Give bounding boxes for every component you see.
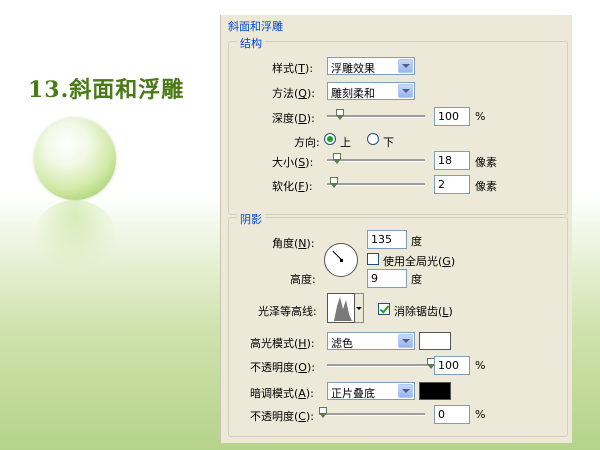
depth-slider[interactable] <box>327 109 425 124</box>
highlight-opacity-label: 不透明度(O): <box>250 361 315 374</box>
soften-unit: 像素 <box>475 180 497 193</box>
altitude-input[interactable]: 9 <box>367 269 407 288</box>
direction-up-radio[interactable] <box>324 133 336 145</box>
angle-unit: 度 <box>411 235 422 248</box>
highlight-mode-select[interactable]: 滤色 <box>327 332 415 350</box>
depth-unit: % <box>475 110 486 123</box>
depth-input[interactable]: 100 <box>434 107 470 126</box>
size-slider[interactable] <box>327 153 425 168</box>
gloss-contour-picker[interactable] <box>327 293 355 323</box>
shadow-opacity-label: 不透明度(C): <box>250 410 314 423</box>
style-label: 样式(T): <box>272 62 314 75</box>
direction-up-label: 上 <box>340 136 351 149</box>
chevron-down-icon[interactable] <box>398 384 413 398</box>
anti-aliased-checkbox[interactable] <box>378 303 390 315</box>
shadow-mode-label: 暗调模式(A): <box>250 387 314 400</box>
depth-slider-thumb[interactable] <box>336 109 344 121</box>
altitude-label: 高度: <box>290 273 316 286</box>
chevron-down-icon[interactable] <box>398 59 413 73</box>
soften-input[interactable]: 2 <box>434 175 470 194</box>
glass-sphere-reflection <box>34 200 116 272</box>
gloss-contour-label: 光泽等高线: <box>258 305 317 318</box>
shadow-opacity-thumb[interactable] <box>319 407 327 419</box>
shadow-mode-select[interactable]: 正片叠底 <box>327 382 415 400</box>
size-label: 大小(S): <box>272 156 314 169</box>
soften-slider[interactable] <box>327 177 425 192</box>
technique-label: 方法(Q): <box>272 87 315 100</box>
soften-slider-thumb[interactable] <box>330 177 338 189</box>
size-slider-thumb[interactable] <box>333 153 341 165</box>
altitude-unit: 度 <box>411 273 422 286</box>
highlight-color-swatch[interactable] <box>419 332 451 350</box>
shading-legend: 阴影 <box>237 211 265 227</box>
highlight-mode-value: 滤色 <box>331 337 353 350</box>
chevron-down-icon[interactable] <box>398 334 413 348</box>
shadow-color-swatch[interactable] <box>419 382 451 400</box>
glass-sphere-image <box>34 118 116 200</box>
style-select-value: 浮雕效果 <box>331 62 375 75</box>
shadow-mode-value: 正片叠底 <box>331 387 375 400</box>
technique-select-value: 雕刻柔和 <box>331 87 375 100</box>
style-select[interactable]: 浮雕效果 <box>327 57 415 75</box>
highlight-opacity-input[interactable]: 100 <box>434 356 470 375</box>
panel-title: 斜面和浮雕 <box>228 20 283 33</box>
anti-aliased-label: 消除锯齿(L) <box>394 305 453 318</box>
highlight-opacity-slider[interactable] <box>327 358 435 373</box>
contour-graph-icon <box>329 297 352 321</box>
shadow-opacity-unit: % <box>475 408 486 421</box>
soften-label: 软化(F): <box>272 180 313 193</box>
slide-title: 13.斜面和浮雕 <box>28 77 185 103</box>
global-light-checkbox[interactable] <box>367 253 379 265</box>
depth-label: 深度(D): <box>272 112 315 125</box>
direction-down-radio[interactable] <box>367 133 379 145</box>
size-unit: 像素 <box>475 156 497 169</box>
size-input[interactable]: 18 <box>434 151 470 170</box>
shadow-opacity-input[interactable]: 0 <box>434 405 470 424</box>
angle-dial[interactable] <box>324 243 358 277</box>
direction-label: 方向: <box>294 136 320 149</box>
shadow-opacity-slider[interactable] <box>319 407 425 422</box>
direction-down-label: 下 <box>383 136 394 149</box>
structure-legend: 结构 <box>237 35 265 51</box>
contour-dropdown-button[interactable] <box>355 293 364 323</box>
highlight-opacity-unit: % <box>475 359 486 372</box>
angle-input[interactable]: 135 <box>367 230 407 249</box>
angle-label: 角度(N): <box>272 237 315 250</box>
highlight-mode-label: 高光模式(H): <box>250 337 315 350</box>
technique-select[interactable]: 雕刻柔和 <box>327 82 415 100</box>
global-light-label: 使用全局光(G) <box>383 255 456 268</box>
angle-dial-hand <box>332 250 342 260</box>
chevron-down-icon[interactable] <box>398 84 413 98</box>
bevel-emboss-panel: 斜面和浮雕 结构 样式(T): 浮雕效果 方法(Q): 雕刻柔和 深度(D): … <box>220 15 572 443</box>
